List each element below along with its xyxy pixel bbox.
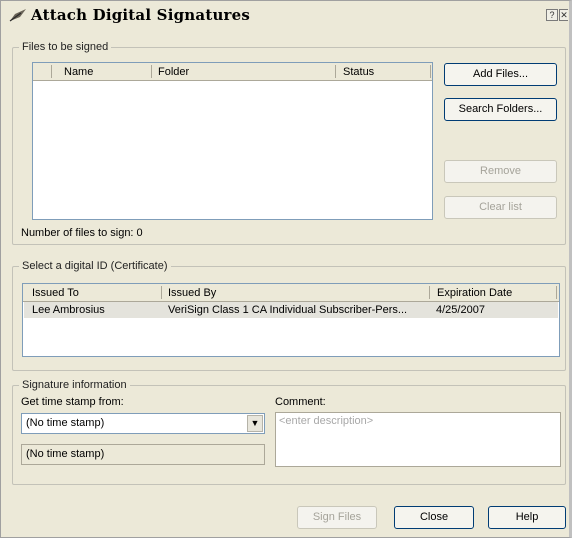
help-button[interactable]: Help — [488, 506, 566, 529]
timestamp-label: Get time stamp from: — [21, 396, 124, 408]
timestamp-display-text: (No time stamp) — [26, 448, 105, 460]
signature-legend: Signature information — [19, 379, 130, 391]
column-divider[interactable] — [335, 65, 336, 78]
dialog-title: Attach Digital Signatures — [31, 6, 251, 24]
search-folders-button[interactable]: Search Folders... — [444, 98, 557, 121]
column-header-folder[interactable]: Folder — [158, 66, 189, 78]
timestamp-select[interactable]: (No time stamp) ▼ — [21, 413, 265, 434]
comment-field[interactable]: <enter description> — [275, 412, 561, 467]
column-header-status[interactable]: Status — [343, 66, 374, 78]
files-list[interactable]: Name Folder Status — [32, 62, 433, 220]
cell-issued-to: Lee Ambrosius — [32, 304, 105, 316]
column-divider[interactable] — [429, 286, 430, 299]
chevron-down-icon[interactable]: ▼ — [247, 415, 263, 432]
clear-list-button[interactable]: Clear list — [444, 196, 557, 219]
column-divider[interactable] — [51, 65, 52, 78]
column-divider[interactable] — [161, 286, 162, 299]
column-header-issued-by[interactable]: Issued By — [168, 287, 216, 299]
title-bar: Attach Digital Signatures ? ✕ — [1, 1, 568, 29]
files-count-label: Number of files to sign: 0 — [21, 227, 143, 239]
close-icon[interactable]: ✕ — [559, 9, 568, 21]
column-header-issued-to[interactable]: Issued To — [32, 287, 79, 299]
comment-label: Comment: — [275, 396, 326, 408]
column-header-expiration-date[interactable]: Expiration Date — [437, 287, 512, 299]
column-header-name[interactable]: Name — [64, 66, 93, 78]
close-button[interactable]: Close — [394, 506, 474, 529]
certificate-list-header: Issued To Issued By Expiration Date — [23, 284, 559, 302]
certificate-list[interactable]: Issued To Issued By Expiration Date Lee … — [22, 283, 560, 357]
help-icon[interactable]: ? — [546, 9, 558, 21]
add-files-button[interactable]: Add Files... — [444, 63, 557, 86]
timestamp-selected-value: (No time stamp) — [26, 417, 105, 429]
certificate-legend: Select a digital ID (Certificate) — [19, 260, 171, 272]
files-legend: Files to be signed — [19, 41, 112, 53]
sign-files-button[interactable]: Sign Files — [297, 506, 377, 529]
certificate-row[interactable]: Lee Ambrosius VeriSign Class 1 CA Indivi… — [24, 302, 558, 318]
cell-issued-by: VeriSign Class 1 CA Individual Subscribe… — [168, 304, 408, 316]
timestamp-display: (No time stamp) — [21, 444, 265, 465]
attach-digital-signatures-dialog: Attach Digital Signatures ? ✕ Files to b… — [0, 0, 572, 538]
remove-button[interactable]: Remove — [444, 160, 557, 183]
files-list-header: Name Folder Status — [33, 63, 432, 81]
column-divider[interactable] — [430, 65, 431, 78]
column-divider[interactable] — [556, 286, 557, 299]
signature-feather-icon — [9, 9, 26, 22]
column-divider[interactable] — [151, 65, 152, 78]
comment-placeholder: <enter description> — [279, 415, 374, 427]
cell-expiration-date: 4/25/2007 — [436, 304, 485, 316]
